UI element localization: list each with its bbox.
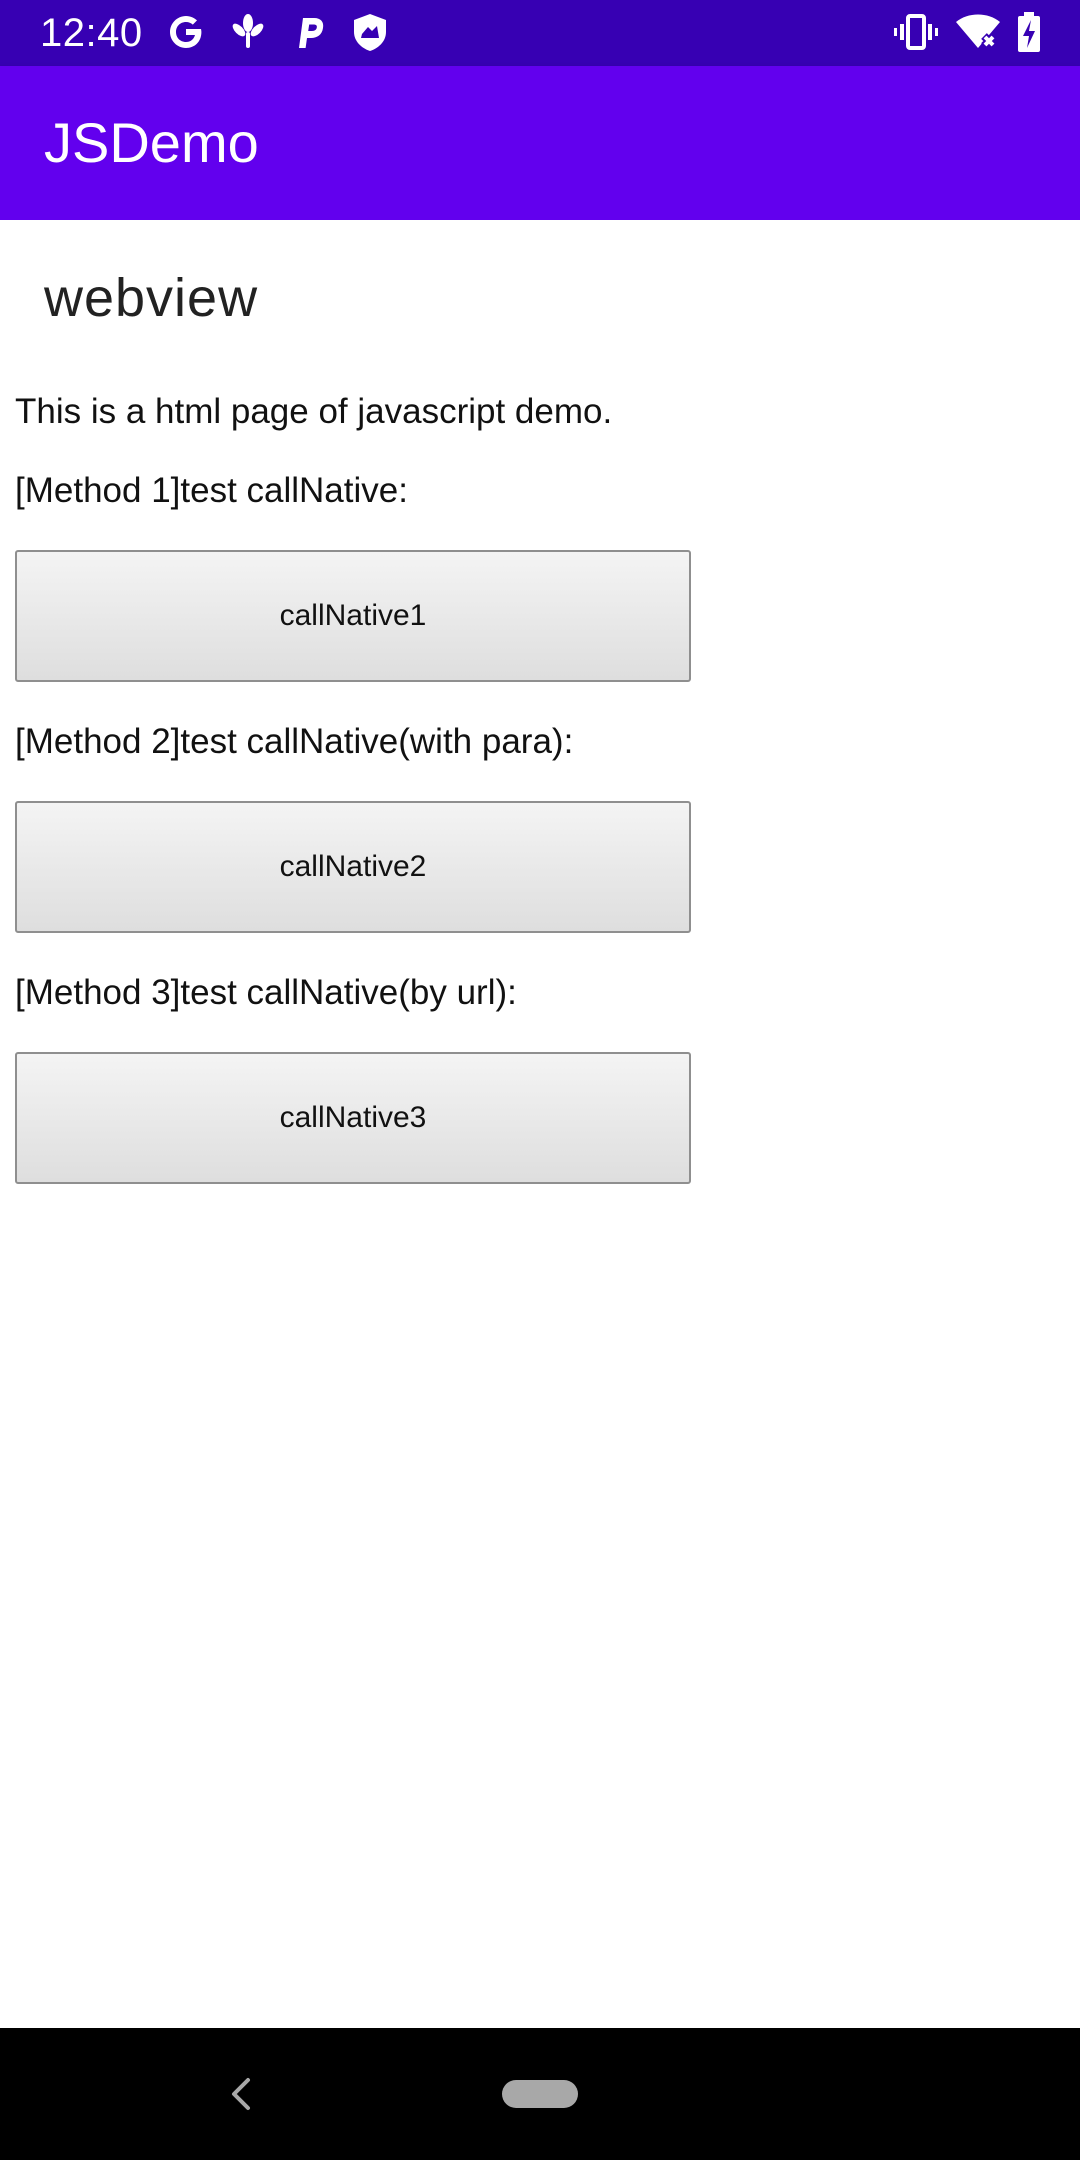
method-3-label: [Method 3]test callNative(by url):: [15, 973, 517, 1012]
navigation-bar: [0, 2028, 1080, 2160]
wifi-off-icon: [954, 10, 1000, 54]
webview-content: webview This is a html page of javascrip…: [0, 220, 1080, 2028]
intro-text: This is a html page of javascript demo.: [15, 392, 613, 431]
call-native-1-button[interactable]: callNative1: [15, 550, 691, 682]
shield-icon: [348, 10, 392, 54]
google-icon: [164, 10, 208, 54]
app-petal-icon: [226, 10, 270, 54]
method-1-label: [Method 1]test callNative:: [15, 471, 408, 510]
status-bar: 12:40: [0, 0, 1080, 66]
app-bar: JSDemo: [0, 66, 1080, 220]
parking-icon: [288, 10, 332, 54]
home-pill-icon[interactable]: [502, 2080, 578, 2108]
page-heading: webview: [44, 268, 259, 328]
app-title: JSDemo: [44, 111, 259, 174]
battery-charging-icon: [1014, 10, 1058, 54]
call-native-3-button[interactable]: callNative3: [15, 1052, 691, 1184]
status-time: 12:40: [40, 11, 143, 55]
vibrate-icon: [894, 10, 938, 54]
call-native-2-button[interactable]: callNative2: [15, 801, 691, 933]
method-2-label: [Method 2]test callNative(with para):: [15, 722, 574, 761]
back-icon[interactable]: [222, 2074, 262, 2114]
